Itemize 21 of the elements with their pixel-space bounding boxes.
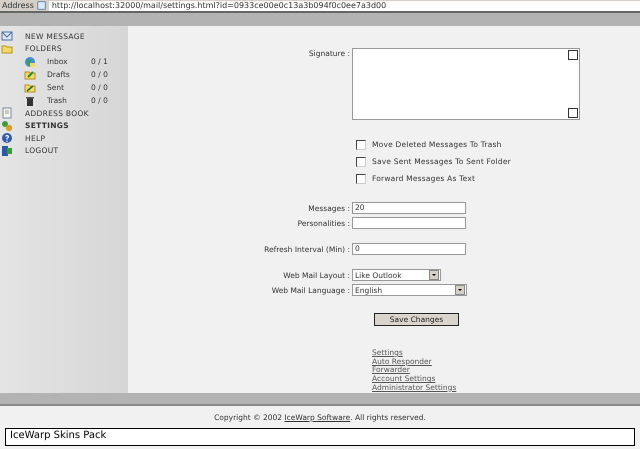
- checkbox[interactable]: [356, 140, 366, 150]
- folder-icon: [1, 42, 13, 55]
- book-icon: [1, 107, 13, 120]
- scroll-down-button[interactable]: [568, 108, 578, 118]
- globe-icon: [24, 56, 36, 68]
- checkbox[interactable]: [356, 156, 366, 166]
- help-icon: [1, 132, 13, 144]
- address-label: Address: [1, 0, 34, 10]
- envelope-icon: [1, 30, 13, 42]
- checkbox[interactable]: [356, 174, 366, 184]
- scroll-up-button[interactable]: [568, 50, 578, 60]
- trash-icon: [24, 94, 36, 106]
- signature-field[interactable]: [352, 48, 580, 120]
- folder-icon: [24, 68, 36, 80]
- status-bar: IceWarp Skins Pack: [5, 428, 635, 446]
- folder-icon: [24, 82, 36, 94]
- input-field[interactable]: [352, 217, 466, 229]
- door-icon: [1, 144, 13, 157]
- page-icon: [36, 1, 46, 10]
- settings-icon: [1, 120, 13, 132]
- address-field[interactable]: http://localhost:32000/mail/settings.html?id=0933ce00e0c13a3b094f0c0ee7a3d00: [48, 0, 640, 10]
